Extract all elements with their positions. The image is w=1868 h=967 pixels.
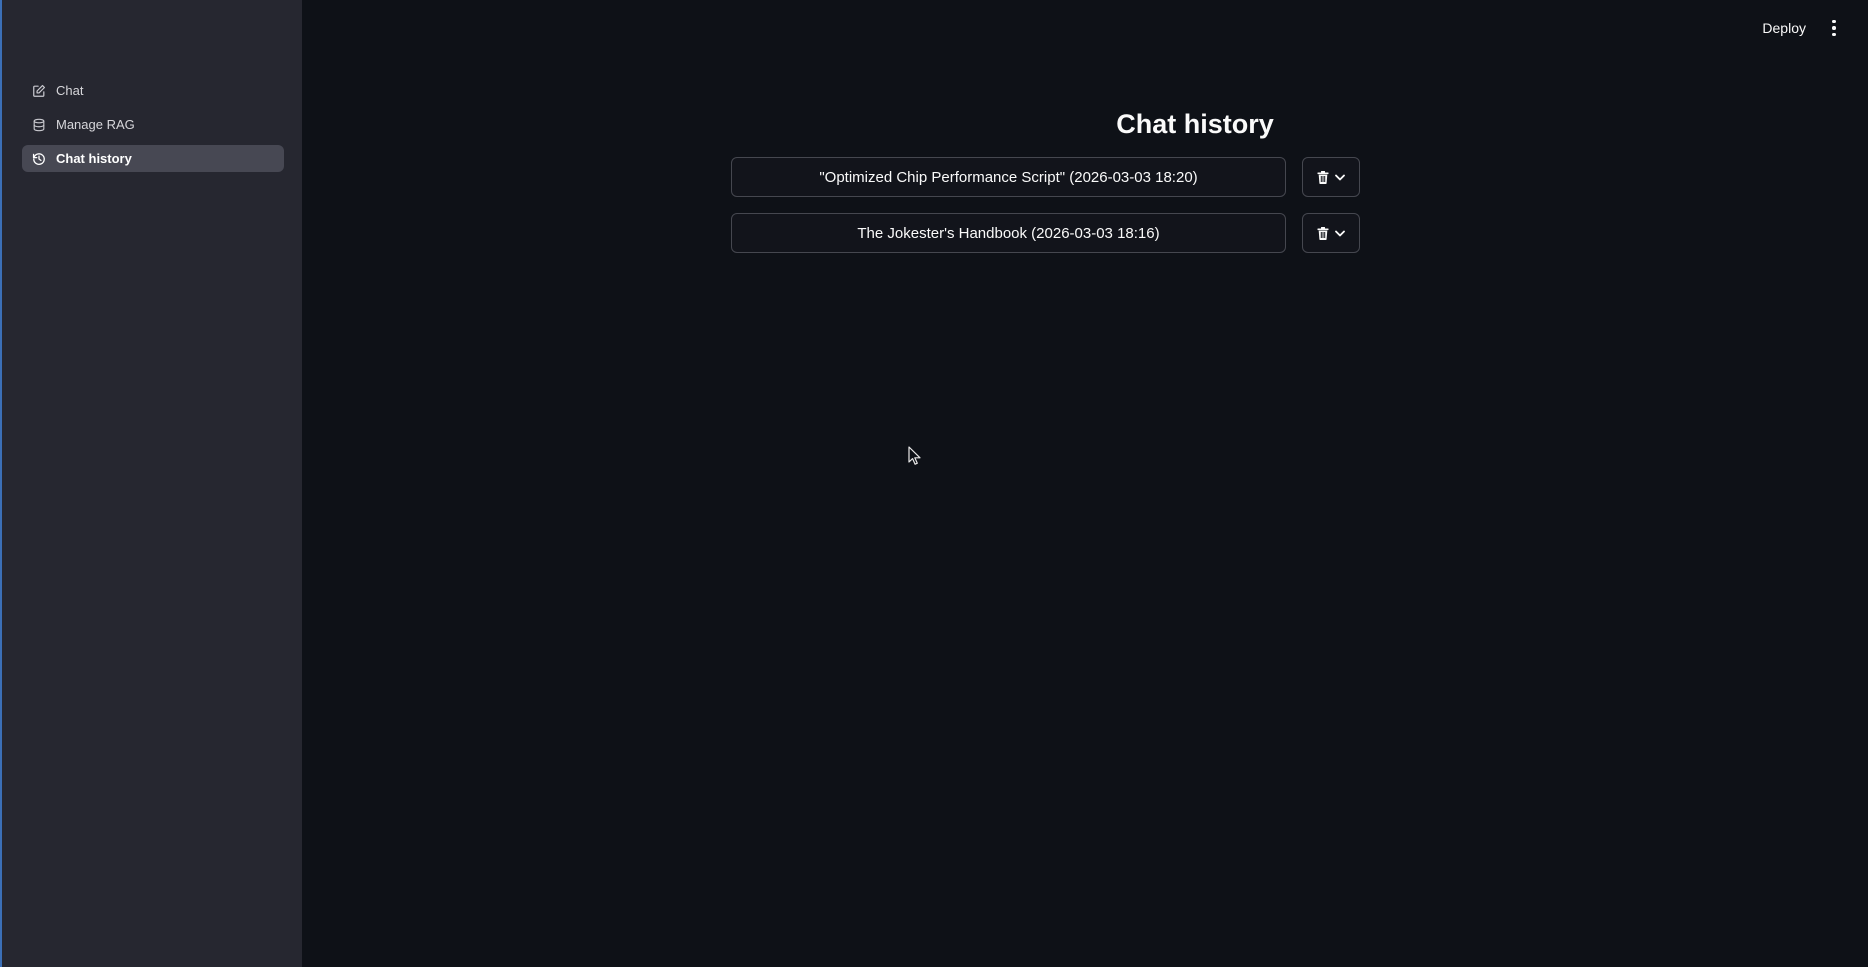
app-window: Chat Manage RAG Chat history Deploy Chat…: [0, 0, 1868, 967]
sidebar-nav: Chat Manage RAG Chat history: [22, 77, 284, 179]
sidebar-item-chat-history[interactable]: Chat history: [22, 145, 284, 172]
page-title: Chat history: [1116, 109, 1274, 139]
sidebar-item-manage-rag[interactable]: Manage RAG: [22, 111, 284, 138]
history-actions-button[interactable]: [1302, 157, 1360, 197]
edit-icon: [32, 84, 46, 98]
history-row: "Optimized Chip Performance Script" (202…: [731, 157, 1360, 197]
chevron-down-icon: [1335, 230, 1345, 237]
chevron-down-icon: [1335, 174, 1345, 181]
history-row: The Jokester's Handbook (2026-03-03 18:1…: [731, 213, 1360, 253]
history-icon: [32, 152, 46, 166]
history-entry-button[interactable]: "Optimized Chip Performance Script" (202…: [731, 157, 1286, 197]
trash-icon: [1317, 226, 1329, 240]
mouse-cursor-icon: [908, 446, 921, 465]
sidebar-item-label: Chat: [56, 83, 84, 98]
sidebar-item-label: Manage RAG: [56, 117, 135, 132]
sidebar-item-label: Chat history: [56, 151, 132, 166]
sidebar: Chat Manage RAG Chat history: [2, 0, 302, 967]
sidebar-item-chat[interactable]: Chat: [22, 77, 284, 104]
trash-icon: [1317, 170, 1329, 184]
database-icon: [32, 118, 46, 132]
main-content: Chat history "Optimized Chip Performance…: [302, 0, 1868, 967]
history-actions-button[interactable]: [1302, 213, 1360, 253]
history-entry-button[interactable]: The Jokester's Handbook (2026-03-03 18:1…: [731, 213, 1286, 253]
